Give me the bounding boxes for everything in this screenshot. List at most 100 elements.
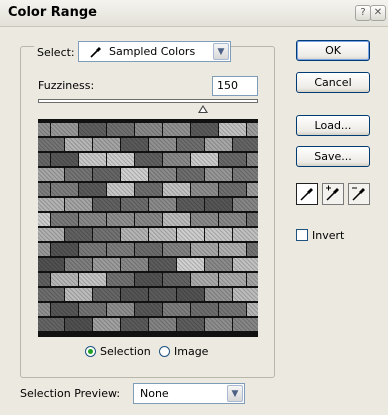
- brick: [93, 258, 120, 271]
- brick: [65, 318, 92, 331]
- fuzziness-slider-thumb[interactable]: [198, 105, 208, 113]
- brick: [247, 123, 258, 136]
- brick: [177, 318, 204, 331]
- fuzziness-input[interactable]: 150: [212, 76, 258, 96]
- brick: [51, 213, 78, 226]
- brick: [79, 123, 106, 136]
- brick: [177, 168, 204, 181]
- brick: [205, 198, 232, 211]
- select-dropdown[interactable]: Sampled Colors ▼: [78, 41, 231, 62]
- eyedropper-tool-button[interactable]: [296, 183, 318, 205]
- brick: [107, 243, 134, 256]
- brick: [247, 183, 258, 196]
- brick: [177, 288, 204, 301]
- brick: [93, 198, 120, 211]
- invert-checkbox[interactable]: [296, 229, 308, 241]
- brick: [135, 273, 162, 286]
- brick: [163, 153, 190, 166]
- selection-preview-dropdown[interactable]: None ▼: [133, 383, 245, 404]
- brick: [107, 303, 134, 316]
- brick: [163, 123, 190, 136]
- brick: [38, 198, 64, 211]
- cancel-button[interactable]: Cancel: [296, 72, 370, 93]
- load-button[interactable]: Load...: [296, 115, 370, 136]
- brick: [177, 258, 204, 271]
- fuzziness-label: Fuzziness:: [38, 79, 95, 92]
- brick: [135, 243, 162, 256]
- select-label: Select:: [34, 46, 78, 60]
- brick: [38, 258, 64, 271]
- brick: [38, 138, 64, 151]
- save-button[interactable]: Save...: [296, 146, 370, 167]
- close-button[interactable]: ✕: [370, 5, 386, 21]
- chevron-down-icon[interactable]: ▼: [213, 43, 229, 60]
- select-value: Sampled Colors: [109, 45, 196, 58]
- help-button[interactable]: ?: [355, 5, 371, 21]
- selection-radio-label[interactable]: Selection: [100, 345, 151, 358]
- brick: [51, 303, 78, 316]
- brick: [121, 138, 148, 151]
- chevron-down-icon[interactable]: ▼: [227, 385, 243, 402]
- brick: [93, 168, 120, 181]
- brick: [149, 168, 176, 181]
- brick: [219, 243, 246, 256]
- brick: [79, 303, 106, 316]
- brick: [121, 168, 148, 181]
- brick: [38, 168, 64, 181]
- selection-preview-value: None: [140, 387, 169, 400]
- brick: [191, 243, 218, 256]
- brick: [163, 183, 190, 196]
- brick: [135, 183, 162, 196]
- brick: [163, 273, 190, 286]
- brick: [107, 183, 134, 196]
- brick: [38, 288, 64, 301]
- brick: [38, 183, 50, 196]
- brick: [121, 318, 148, 331]
- brick: [107, 213, 134, 226]
- brick: [51, 243, 78, 256]
- brick: [65, 168, 92, 181]
- brick: [107, 123, 134, 136]
- brick: [191, 123, 218, 136]
- brick: [38, 273, 50, 286]
- brick: [93, 228, 120, 241]
- invert-label[interactable]: Invert: [312, 229, 344, 242]
- brick: [219, 123, 246, 136]
- eyedropper-minus-icon: [352, 187, 365, 201]
- brick: [51, 123, 78, 136]
- brick: [233, 228, 258, 241]
- fuzziness-slider[interactable]: [38, 99, 258, 103]
- brick: [177, 228, 204, 241]
- brick: [163, 303, 190, 316]
- brick: [163, 243, 190, 256]
- brick: [135, 123, 162, 136]
- ok-button[interactable]: OK: [296, 40, 370, 61]
- brick: [79, 243, 106, 256]
- brick: [149, 198, 176, 211]
- brick: [65, 138, 92, 151]
- brick: [65, 198, 92, 211]
- brick: [135, 153, 162, 166]
- brick: [38, 318, 64, 331]
- brick: [149, 258, 176, 271]
- brick: [205, 138, 232, 151]
- brick: [205, 258, 232, 271]
- selection-radio[interactable]: [85, 346, 96, 357]
- brick: [65, 258, 92, 271]
- image-radio-label[interactable]: Image: [174, 345, 208, 358]
- add-to-sample-button[interactable]: [322, 183, 344, 205]
- brick: [65, 288, 92, 301]
- brick: [51, 273, 78, 286]
- image-radio[interactable]: [159, 346, 170, 357]
- brick: [205, 168, 232, 181]
- eyedropper-plus-icon: [326, 185, 339, 201]
- brick: [247, 273, 258, 286]
- brick: [107, 153, 134, 166]
- brick: [233, 288, 258, 301]
- brick: [121, 258, 148, 271]
- subtract-from-sample-button[interactable]: [348, 183, 370, 205]
- brick: [233, 318, 258, 331]
- eyedropper-icon: [300, 188, 313, 201]
- brick: [163, 213, 190, 226]
- brick: [233, 168, 258, 181]
